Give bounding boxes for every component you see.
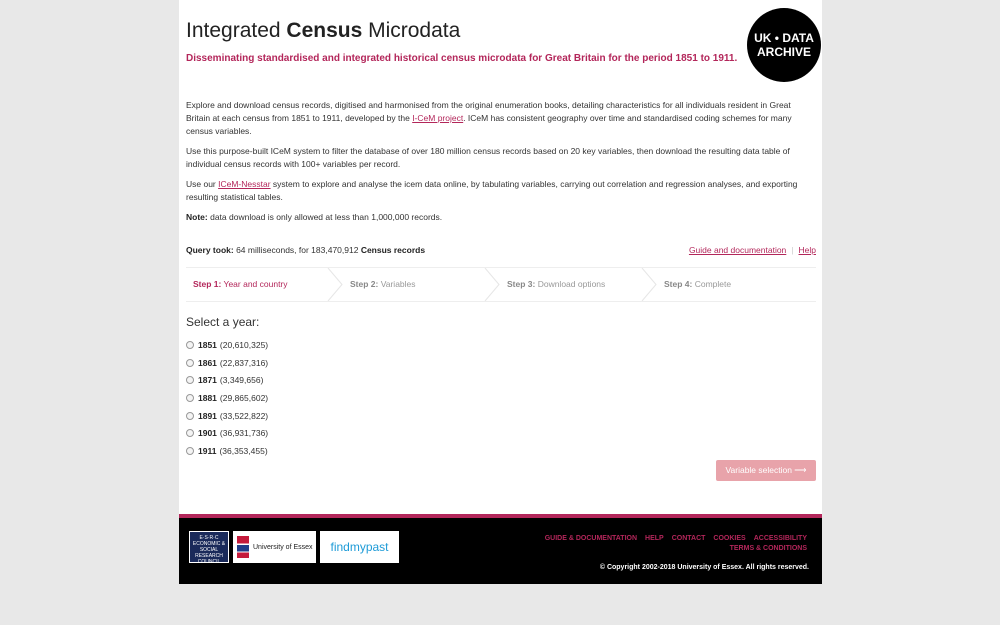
chevron-icon	[327, 268, 343, 301]
footer-logos: E·S·R·C ECONOMIC & SOCIAL RESEARCH COUNC…	[189, 531, 399, 565]
footer-link-accessibility[interactable]: ACCESSIBILITY	[754, 535, 807, 542]
esrc-logo[interactable]: E·S·R·C ECONOMIC & SOCIAL RESEARCH COUNC…	[189, 531, 229, 565]
essex-emblem-icon	[237, 536, 249, 558]
radio-button[interactable]	[186, 358, 194, 367]
icem-project-link[interactable]: I-CeM project	[412, 113, 463, 123]
year-heading: Select a year:	[186, 315, 260, 329]
year-option-1881[interactable]: 1881 (29,865,602)	[186, 389, 268, 407]
footer-link-cookies[interactable]: COOKIES	[713, 535, 745, 542]
page-title: Integrated Census Microdata	[186, 19, 461, 42]
radio-button[interactable]	[186, 376, 194, 385]
page-container: Integrated Census Microdata Disseminatin…	[179, 0, 822, 584]
page-subtitle: Disseminating standardised and integrate…	[186, 53, 738, 64]
radio-button[interactable]	[186, 393, 194, 402]
radio-button[interactable]	[186, 429, 194, 438]
radio-button[interactable]	[186, 446, 194, 455]
footer-link-guide[interactable]: GUIDE & DOCUMENTATION	[545, 535, 637, 542]
radio-button[interactable]	[186, 411, 194, 420]
step-3[interactable]: Step 3: Download options	[500, 268, 657, 301]
step-2[interactable]: Step 2: Variables	[343, 268, 500, 301]
step-wizard: Step 1: Year and country Step 2: Variabl…	[186, 267, 816, 302]
query-info: Query took: 64 milliseconds, for 183,470…	[186, 245, 816, 255]
uk-data-archive-logo[interactable]: UK • DATA ARCHIVE	[747, 8, 821, 82]
year-option-1911[interactable]: 1911 (36,353,455)	[186, 442, 268, 460]
intro-text: Explore and download census records, dig…	[186, 99, 816, 231]
help-link[interactable]: Help	[799, 245, 816, 255]
year-option-1861[interactable]: 1861 (22,837,316)	[186, 354, 268, 372]
chevron-icon	[484, 268, 500, 301]
guide-link[interactable]: Guide and documentation	[689, 245, 786, 255]
year-option-1901[interactable]: 1901 (36,931,736)	[186, 424, 268, 442]
copyright: © Copyright 2002-2018 University of Esse…	[599, 564, 809, 571]
footer: E·S·R·C ECONOMIC & SOCIAL RESEARCH COUNC…	[179, 514, 822, 584]
footer-link-help[interactable]: HELP	[645, 535, 664, 542]
year-option-1851[interactable]: 1851 (20,610,325)	[186, 336, 268, 354]
intro-paragraph-1: Explore and download census records, dig…	[186, 100, 792, 136]
step-4[interactable]: Step 4: Complete	[657, 268, 814, 301]
step-1[interactable]: Step 1: Year and country	[186, 268, 343, 301]
logo-line-2: ARCHIVE	[756, 45, 811, 59]
logo-line-1: UK • DATA	[754, 31, 814, 45]
year-list: 1851 (20,610,325) 1861 (22,837,316) 1871 (3…	[186, 336, 268, 460]
chevron-icon	[641, 268, 657, 301]
footer-link-contact[interactable]: CONTACT	[672, 535, 706, 542]
findmypast-logo[interactable]: findmypast	[320, 531, 399, 563]
year-option-1891[interactable]: 1891 (33,522,822)	[186, 407, 268, 425]
footer-link-terms[interactable]: TERMS & CONDITIONS	[730, 545, 807, 552]
intro-paragraph-2: Use this purpose-built ICeM system to fi…	[186, 146, 790, 169]
icem-nesstar-link[interactable]: ICeM-Nesstar	[218, 179, 270, 189]
footer-links: GUIDE & DOCUMENTATION HELP CONTACT COOKIES A…	[537, 534, 807, 554]
intro-paragraph-3: Use our ICeM-Nesstar system to explore a…	[186, 179, 798, 202]
variable-selection-button[interactable]: Variable selection ⟶	[716, 460, 816, 481]
essex-logo[interactable]: University of Essex	[233, 531, 316, 563]
note-paragraph: Note: data download is only allowed at l…	[186, 212, 443, 222]
help-links: Guide and documentation | Help	[688, 245, 816, 255]
year-option-1871[interactable]: 1871 (3,349,656)	[186, 371, 268, 389]
radio-button[interactable]	[186, 340, 194, 349]
